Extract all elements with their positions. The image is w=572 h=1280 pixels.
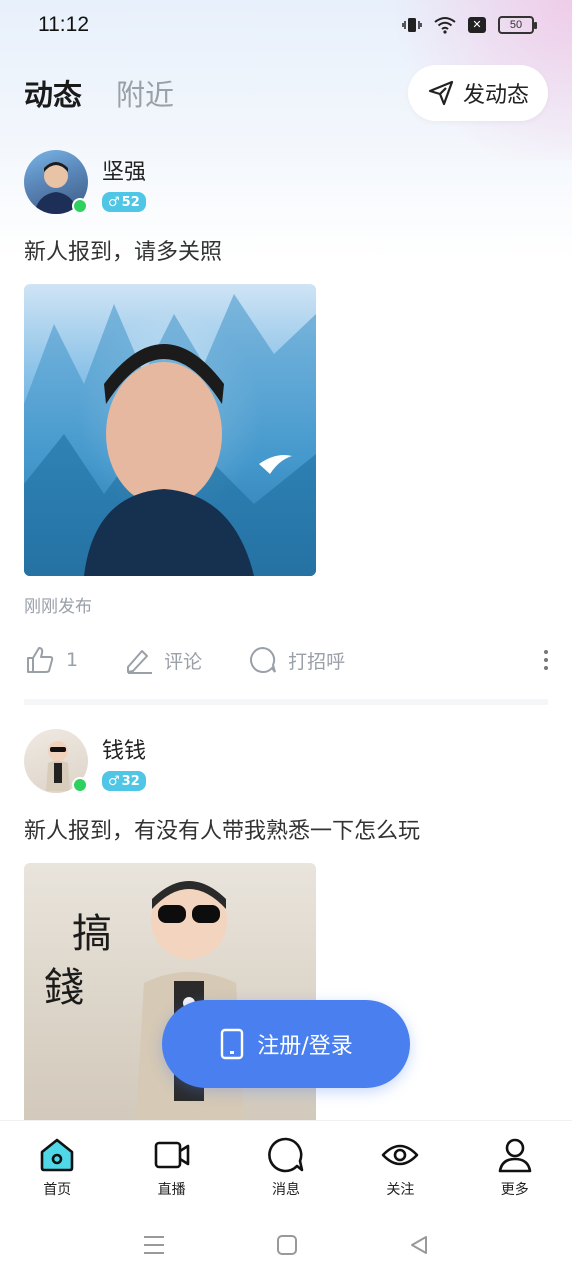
clock: 11:12 bbox=[38, 13, 89, 36]
gender-age-badge: ♂ 32 bbox=[102, 771, 146, 791]
feed-post: 钱钱 ♂ 32 新人报到，有没有人带我熟悉一下怎么玩 搞 錢 bbox=[0, 729, 572, 1155]
username[interactable]: 钱钱 bbox=[102, 733, 146, 765]
more-options-icon[interactable] bbox=[544, 650, 548, 670]
chat-bubble-icon bbox=[250, 646, 277, 673]
male-icon: ♂ bbox=[108, 773, 120, 789]
battery-icon: 50 bbox=[498, 16, 537, 34]
status-bar: 11:12 ✕ 50 bbox=[0, 0, 572, 50]
pen-icon bbox=[127, 650, 153, 674]
tab-more[interactable]: 更多 bbox=[475, 1135, 555, 1199]
post-text: 新人报到，请多关照 bbox=[24, 240, 223, 265]
gender-age-badge: ♂ 52 bbox=[102, 192, 146, 212]
comment-label: 评论 bbox=[164, 650, 203, 673]
tab-follow-label: 关注 bbox=[386, 1182, 415, 1198]
male-icon: ♂ bbox=[108, 194, 120, 210]
feed-post: 坚强 ♂ 52 新人报到，请多关照 刚刚发布 1 评论 打招呼 bbox=[0, 150, 572, 695]
tab-more-label: 更多 bbox=[500, 1182, 529, 1198]
message-bubble-icon bbox=[268, 1137, 304, 1173]
portrait-landscape-image bbox=[24, 294, 316, 576]
online-indicator bbox=[72, 198, 88, 214]
tab-home-label: 首页 bbox=[43, 1182, 72, 1198]
eye-icon bbox=[382, 1144, 419, 1166]
tab-live[interactable]: 直播 bbox=[132, 1135, 212, 1199]
phone-icon bbox=[221, 1028, 244, 1060]
tab-messages-label: 消息 bbox=[271, 1182, 300, 1198]
like-button[interactable]: 1 bbox=[24, 644, 78, 676]
post-actions: 1 评论 打招呼 bbox=[24, 625, 548, 695]
send-icon bbox=[428, 80, 454, 106]
greet-label: 打招呼 bbox=[288, 650, 346, 673]
top-header: 动态 附近 发动态 bbox=[0, 60, 572, 126]
user-meta: 坚强 ♂ 52 bbox=[102, 150, 146, 212]
tab-messages[interactable]: 消息 bbox=[246, 1135, 326, 1199]
post-text: 新人报到，有没有人带我熟悉一下怎么玩 bbox=[24, 819, 421, 844]
avatar[interactable] bbox=[24, 729, 88, 793]
wifi-icon bbox=[434, 17, 456, 34]
post-image[interactable] bbox=[24, 284, 316, 576]
tab-home[interactable]: 首页 bbox=[17, 1135, 97, 1199]
image-calligraphy-2: 錢 bbox=[44, 965, 84, 1011]
video-camera-icon bbox=[154, 1141, 189, 1169]
age-value: 32 bbox=[121, 773, 140, 789]
like-count: 1 bbox=[66, 649, 79, 671]
tab-follow[interactable]: 关注 bbox=[360, 1135, 440, 1199]
battery-level: 50 bbox=[509, 19, 523, 31]
online-indicator bbox=[72, 777, 88, 793]
username[interactable]: 坚强 bbox=[102, 154, 146, 186]
system-nav-bar bbox=[0, 1210, 572, 1280]
publish-time: 刚刚发布 bbox=[24, 597, 92, 617]
status-icons: ✕ 50 bbox=[402, 15, 537, 35]
post-header: 坚强 ♂ 52 bbox=[24, 150, 548, 220]
register-login-label: 注册/登录 bbox=[257, 1034, 353, 1059]
tab-nearby[interactable]: 附近 bbox=[116, 72, 174, 114]
home-icon bbox=[40, 1138, 74, 1172]
comment-button[interactable]: 评论 bbox=[124, 645, 202, 675]
greet-button[interactable]: 打招呼 bbox=[248, 645, 345, 675]
back-icon[interactable] bbox=[408, 1234, 430, 1256]
register-login-button[interactable]: 注册/登录 bbox=[162, 1000, 410, 1088]
tab-live-label: 直播 bbox=[157, 1182, 186, 1198]
post-divider bbox=[24, 699, 548, 705]
person-icon bbox=[498, 1138, 532, 1173]
post-header: 钱钱 ♂ 32 bbox=[24, 729, 548, 799]
bottom-tab-bar: 首页 直播 消息 关注 更多 bbox=[0, 1120, 572, 1210]
create-post-label: 发动态 bbox=[462, 83, 529, 108]
thumbs-up-icon bbox=[27, 647, 54, 673]
user-meta: 钱钱 ♂ 32 bbox=[102, 729, 146, 791]
tab-dynamics[interactable]: 动态 bbox=[24, 72, 82, 114]
age-value: 52 bbox=[121, 194, 140, 210]
menu-icon[interactable] bbox=[142, 1234, 166, 1256]
image-calligraphy-1: 搞 bbox=[72, 911, 112, 957]
avatar[interactable] bbox=[24, 150, 88, 214]
home-square-icon[interactable] bbox=[276, 1234, 298, 1256]
create-post-button[interactable]: 发动态 bbox=[408, 65, 548, 121]
no-sim-icon: ✕ bbox=[468, 17, 486, 33]
vibrate-icon bbox=[402, 18, 422, 32]
